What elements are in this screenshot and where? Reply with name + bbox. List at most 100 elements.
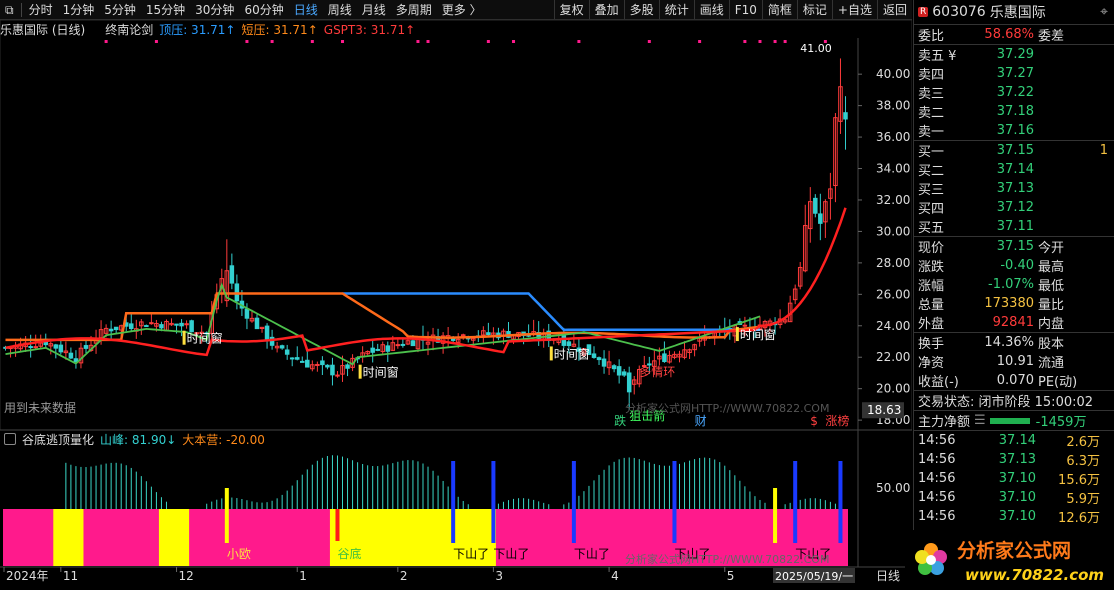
tick-price: 37.10: [998, 471, 1036, 486]
tick-time: 14:56: [918, 490, 956, 505]
event-tag: 跌: [614, 413, 626, 428]
main-flow-label: 主力净额: [918, 415, 971, 430]
weibi-row: 委比 58.68% 委差: [914, 25, 1114, 44]
main-flow-value: -1459万: [1035, 415, 1087, 430]
stat-value: 92841: [992, 315, 1034, 330]
candle-body: [289, 357, 295, 360]
stat-row: 涨幅 -1.07% 最低: [914, 275, 1114, 294]
candle-body: [144, 325, 149, 328]
candle-body: [128, 323, 134, 330]
settings-icon[interactable]: [4, 433, 16, 445]
candle-body: [601, 358, 607, 367]
tick-time: 14:56: [918, 452, 956, 467]
signal-dot: [783, 40, 787, 43]
high-price-label: 41.00: [800, 42, 832, 55]
tick-volume: 5.9万: [1066, 492, 1100, 507]
stat-value: 14.36%: [984, 335, 1034, 350]
bid-label: 买一: [918, 145, 945, 160]
kline-chart[interactable]: 41.00时间窗时间窗时间窗时间窗多情环狙击箭用到未来数据跌财 $ 涨榜分析家公式网…: [0, 0, 912, 590]
site-logo: 分析家公式网 www.70822.com: [905, 530, 1114, 590]
list-icon[interactable]: ☰: [974, 413, 986, 428]
candle-body: [305, 359, 310, 368]
signal-bar: [793, 461, 798, 543]
bid-price: 37.14: [996, 162, 1034, 177]
zone-band: [83, 509, 164, 566]
signal-bar: [571, 461, 576, 543]
signal-dot: [154, 40, 158, 43]
ask-price: 37.16: [996, 123, 1034, 138]
zone-band: [3, 509, 59, 566]
stat-row: 涨跌 -0.40 最高: [914, 256, 1114, 275]
time-axis-label: 3: [495, 569, 503, 583]
price-axis-label: 28.00: [876, 256, 910, 270]
bid-price: 37.12: [996, 200, 1034, 215]
ask-price: 37.18: [996, 104, 1034, 119]
candle-body: [330, 364, 335, 376]
tick-list: 14:56 37.14 2.6万 14:56 37.13 6.3万 14:56 37.10 15…: [914, 431, 1114, 526]
sub-axis-label: 50.00: [876, 481, 910, 495]
tick-time: 14:56: [918, 471, 956, 486]
tick-volume: 6.3万: [1066, 454, 1100, 469]
chart-annotation: 时间窗: [740, 328, 776, 342]
candle-body: [33, 346, 38, 349]
signal-dot: [245, 40, 249, 43]
share-icon[interactable]: ⌖: [1100, 4, 1108, 20]
time-axis-label: 4: [611, 569, 619, 583]
event-tag: $: [810, 414, 818, 428]
ask-levels: 卖五 ¥ 37.29 卖四 37.27 卖三 37.22 卖二 37.18 卖一 37.16: [914, 45, 1114, 140]
sub-chart-label: 下山了: [453, 547, 489, 561]
candle-body: [294, 357, 300, 360]
ask-level-row: 卖五 ¥ 37.29: [914, 45, 1114, 64]
sub-indicator-title[interactable]: 谷底逃顶量化: [22, 431, 94, 448]
stat-value: 0.070: [996, 373, 1034, 388]
candle-body: [149, 322, 154, 325]
ask-level-row: 卖一 37.16: [914, 121, 1114, 140]
candle-body: [611, 365, 617, 370]
candle-body: [596, 357, 602, 361]
candle-body: [254, 317, 260, 330]
signal-dot: [698, 40, 702, 43]
ask-level-row: 卖四 37.27: [914, 64, 1114, 83]
tick-volume: 12.6万: [1058, 511, 1100, 526]
tick-volume: 15.6万: [1058, 473, 1100, 488]
flower-logo-icon: 分析家公式网 www.70822.com: [915, 539, 1104, 584]
signal-bar: [451, 461, 456, 543]
signal-dot: [310, 40, 314, 43]
weicha-label: 委差: [1038, 29, 1065, 44]
candle-body: [345, 364, 350, 369]
signal-dot: [341, 40, 345, 43]
bid-label: 买三: [918, 183, 945, 198]
stat-label: 换手: [918, 337, 945, 352]
stat-row: 外盘 92841 内盘: [914, 313, 1114, 332]
tick-time: 14:56: [918, 509, 956, 524]
quote-panel: R 603076 乐惠国际 ⌖ 委比 58.68% 委差 卖五 ¥ 37.29 卖四…: [913, 0, 1114, 590]
time-axis-label: 1: [299, 569, 307, 583]
resistance-line-blue: [342, 292, 760, 332]
main-frame: [0, 19, 912, 431]
candle-body: [179, 322, 184, 327]
stat-label-2: 量比: [1038, 298, 1065, 313]
low-price-label: 18.63: [867, 403, 901, 417]
candle-body: [818, 213, 823, 224]
candle-body: [325, 364, 330, 368]
candle-body: [279, 345, 285, 349]
candle-body: [566, 341, 572, 347]
stock-code: 603076: [932, 4, 986, 20]
ask-price: 37.29: [996, 47, 1034, 62]
candle-body: [244, 308, 250, 319]
weibi-value: 58.68%: [984, 27, 1034, 42]
time-window-marker: [549, 346, 553, 361]
time-axis-label: 2024年: [6, 569, 49, 583]
candle-body: [315, 363, 320, 366]
flow-bar: [989, 417, 1030, 424]
candle-body: [320, 360, 325, 366]
candle-body: [742, 324, 748, 327]
bid-level-row: 买四 37.12: [914, 198, 1114, 217]
stat-label: 收益(-): [918, 375, 959, 390]
camp-label: 大本营: -20.00: [182, 432, 265, 447]
ask-label: 卖一: [918, 125, 945, 140]
stat-row: 收益(-) 0.070 PE(动): [914, 371, 1114, 390]
candle-body: [159, 324, 164, 329]
signal-bar: [224, 488, 229, 543]
sub-chart-label: 谷底: [337, 546, 361, 561]
